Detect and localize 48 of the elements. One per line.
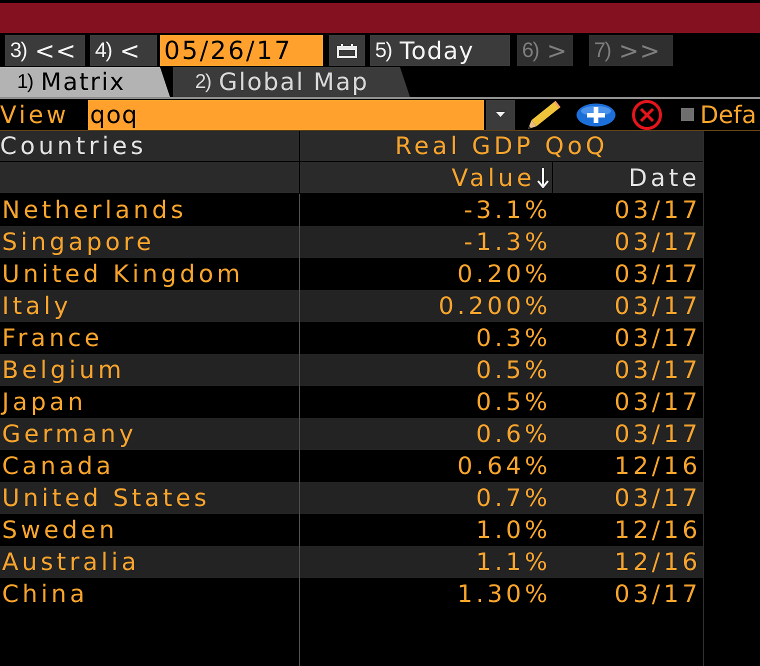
date-cell-text: 03/17 <box>613 387 702 418</box>
value-cell-text: 0.64% <box>456 451 552 482</box>
default-option-label[interactable]: Defa <box>700 102 756 126</box>
date-cell-text: 03/17 <box>613 483 702 514</box>
column-header[interactable]: Countries <box>0 134 147 158</box>
column-header[interactable]: Date <box>628 166 700 190</box>
calendar-button[interactable] <box>329 35 365 66</box>
value-cell-text: 0.3% <box>475 323 552 354</box>
date-cell-text: 03/17 <box>613 355 702 386</box>
value-cell-text: -1.3% <box>462 227 552 258</box>
calendar-icon <box>337 44 357 58</box>
date-cell-text: 03/17 <box>613 291 702 322</box>
value-cell-text: 0.6% <box>475 419 552 450</box>
date-field[interactable]: 05/26/17 <box>160 35 323 66</box>
nav-button[interactable]: 4) < <box>90 35 157 66</box>
date-cell-text: 12/16 <box>613 547 702 578</box>
view-label: View <box>0 102 70 126</box>
column-group-header: Real GDP QoQ <box>394 134 608 158</box>
dropdown-button[interactable] <box>486 100 515 130</box>
date-cell-text: 03/17 <box>613 195 702 226</box>
delete-icon[interactable] <box>631 100 663 130</box>
value-cell-text: 1.1% <box>475 547 552 578</box>
date-cell-text: 03/17 <box>613 419 702 450</box>
date-cell-text: 03/17 <box>613 323 702 354</box>
column-header[interactable]: Value <box>452 166 535 190</box>
date-cell-text: 03/17 <box>613 227 702 258</box>
value-cell-text: 1.0% <box>475 515 552 546</box>
value-cell-text: 0.20% <box>456 259 552 290</box>
value-cell-text: 0.200% <box>437 291 552 322</box>
tab[interactable]: 1) Matrix <box>0 67 170 97</box>
nav-button[interactable]: 3) << <box>5 35 85 66</box>
value-cell-text: 0.5% <box>475 387 552 418</box>
value-cell-text: 0.5% <box>475 355 552 386</box>
value-cell-text: -3.1% <box>462 195 552 226</box>
view-field[interactable]: qoq <box>88 100 484 130</box>
checkbox[interactable] <box>681 108 694 121</box>
country-cell: China <box>0 578 300 610</box>
nav-button[interactable]: 5) Today <box>370 35 510 66</box>
value-cell-text: 0.7% <box>475 483 552 514</box>
add-icon[interactable] <box>576 102 616 126</box>
tab[interactable]: 2) Global Map <box>173 67 410 97</box>
date-cell-text: 03/17 <box>613 579 702 610</box>
date-cell-text: 12/16 <box>613 515 702 546</box>
pencil-icon[interactable] <box>525 100 561 130</box>
value-cell-text: 1.30% <box>456 579 552 610</box>
caret-icon <box>496 112 505 117</box>
date-cell-text: 12/16 <box>613 451 702 482</box>
date-cell-text: 03/17 <box>613 259 702 290</box>
